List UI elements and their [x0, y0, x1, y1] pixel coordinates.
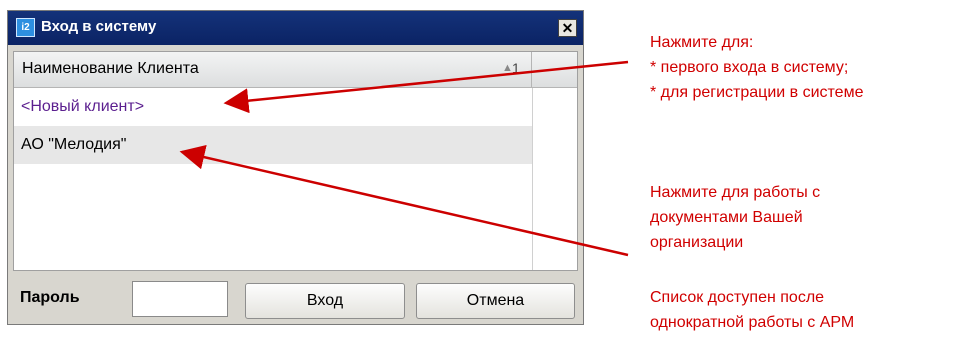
- annotation-line: однократной работы с АРМ: [650, 314, 855, 331]
- annotation-line: Список доступен после: [650, 289, 825, 306]
- annotation-new-client: Нажмите для: * первого входа в систему; …: [650, 30, 863, 105]
- annotation-line: * первого входа в систему;: [650, 59, 849, 76]
- annotation-line: Нажмите для:: [650, 34, 754, 51]
- annotation-line: документами Вашей: [650, 209, 803, 226]
- annotation-line: организации: [650, 234, 744, 251]
- arrow-to-new-client: [223, 60, 629, 114]
- annotation-client: Нажмите для работы с документами Вашей о…: [650, 180, 820, 255]
- annotation-availability: Список доступен после однократной работы…: [650, 285, 854, 335]
- annotation-line: * для регистрации в системе: [650, 84, 864, 101]
- annotation-line: Нажмите для работы с: [650, 184, 821, 201]
- arrow-to-client: [179, 144, 629, 257]
